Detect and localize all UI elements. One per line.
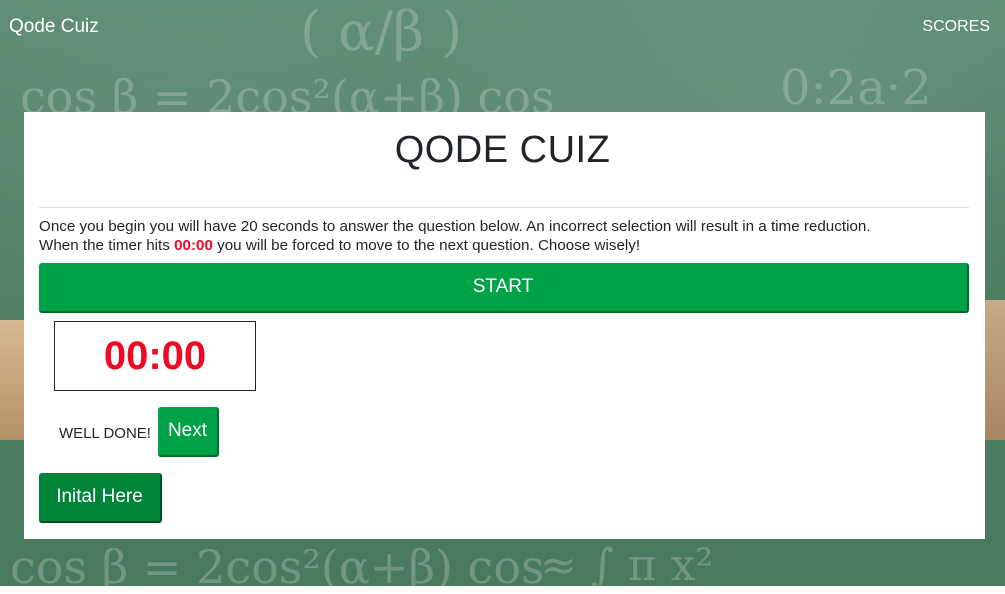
brand-link[interactable]: Qode Cuiz xyxy=(9,16,99,38)
scores-link[interactable]: SCORES xyxy=(922,18,990,36)
next-button[interactable]: Next xyxy=(158,407,219,457)
chalk-scribble: 0:2a·2 xyxy=(780,60,932,116)
desk-edge-right xyxy=(985,300,1005,440)
instructions-text: Once you begin you will have 20 seconds … xyxy=(39,217,974,255)
instructions-line1: Once you begin you will have 20 seconds … xyxy=(39,218,871,235)
initial-here-button[interactable]: Inital Here xyxy=(39,473,162,523)
timer-display: 00:00 xyxy=(54,321,256,391)
page-title: QODE CUIZ xyxy=(394,129,611,171)
instructions-line2-after: you will be forced to move to the next q… xyxy=(212,237,641,254)
feedback-text: WELL DONE! xyxy=(59,425,151,442)
navbar: Qode Cuiz SCORES xyxy=(0,0,1005,56)
instructions-timer-highlight: 00:00 xyxy=(174,237,213,254)
start-button[interactable]: START xyxy=(39,263,969,313)
divider xyxy=(39,207,969,208)
chalk-scribble: ≈ ∫ π x² xyxy=(540,540,714,591)
instructions-line2-before: When the timer hits xyxy=(39,237,175,254)
desk-edge-left xyxy=(0,320,24,440)
